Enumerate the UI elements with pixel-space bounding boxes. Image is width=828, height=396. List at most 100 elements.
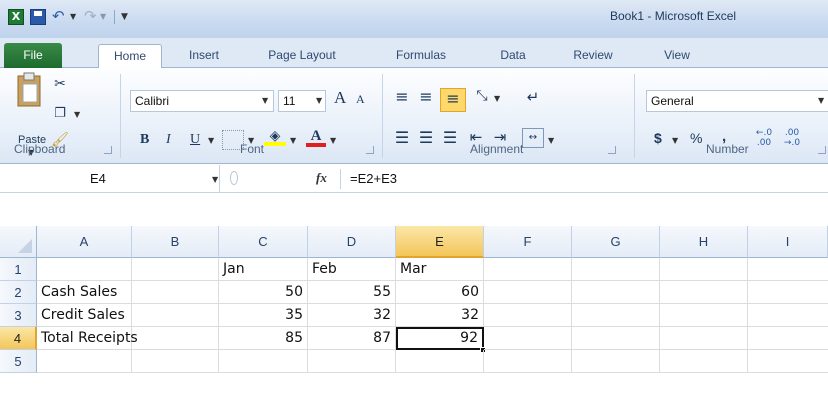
number-launcher-icon[interactable] [818,146,826,154]
excel-logo-icon[interactable]: X [8,9,24,25]
cell-B2[interactable] [132,281,219,304]
row-header-2[interactable]: 2 [0,281,37,304]
cell-C4[interactable]: 85 [219,327,308,350]
row-header-1[interactable]: 1 [0,258,37,281]
cell-A1[interactable] [37,258,132,281]
cell-C2[interactable]: 50 [219,281,308,304]
cell-C3[interactable]: 35 [219,304,308,327]
cell-A2[interactable]: Cash Sales [37,281,132,304]
cell-C1[interactable]: Jan [219,258,308,281]
number-group-label: Number [706,142,749,156]
align-top-icon[interactable]: ≡ [392,89,412,105]
increase-decimal-icon[interactable]: ←.0.00 [752,128,776,148]
fbar-resize-icon[interactable] [230,171,238,185]
column-header-G[interactable]: G [572,226,660,258]
font-launcher-icon[interactable] [366,146,374,154]
fill-color-icon[interactable]: ◈ [264,128,286,146]
number-format-dropdown-icon[interactable]: ▼ [818,96,824,105]
save-icon[interactable] [30,9,46,25]
formula-input[interactable]: =E2+E3 [350,165,397,192]
underline-button[interactable]: U [190,132,200,148]
merge-dropdown-icon[interactable]: ▼ [548,136,554,145]
cell-B1[interactable] [132,258,219,281]
underline-dropdown-icon[interactable]: ▼ [208,136,214,145]
wrap-text-icon[interactable]: ↵ [522,88,544,106]
percent-button[interactable]: % [690,130,702,146]
tab-file[interactable]: File [4,43,62,68]
grow-font-icon[interactable]: A [334,88,346,108]
column-header-A[interactable]: A [37,226,132,258]
tab-data[interactable]: Data [488,44,538,68]
cell-E2[interactable]: 60 [396,281,484,304]
row-header-5[interactable]: 5 [0,350,37,373]
cell-D1[interactable]: Feb [308,258,396,281]
copy-dropdown-icon[interactable]: ▼ [74,110,80,119]
tab-page-layout[interactable]: Page Layout [254,44,350,68]
row-header-4[interactable]: 4 [0,327,37,350]
cell-E4-active[interactable]: 92 [396,327,484,350]
cell-D5[interactable] [308,350,396,373]
insert-function-icon[interactable]: fx [316,170,327,186]
cell-B3[interactable] [132,304,219,327]
fill-color-dropdown-icon[interactable]: ▼ [290,136,296,145]
cell-C5[interactable] [219,350,308,373]
cell-D4[interactable]: 87 [308,327,396,350]
paste-icon[interactable] [14,72,46,112]
tab-formulas[interactable]: Formulas [380,44,462,68]
align-left-icon[interactable]: ☰ [392,128,412,147]
tab-review[interactable]: Review [562,44,624,68]
cell-A3[interactable]: Credit Sales [37,304,132,327]
font-color-dropdown-icon[interactable]: ▼ [330,136,336,145]
column-header-H[interactable]: H [660,226,748,258]
clipboard-launcher-icon[interactable] [104,146,112,154]
currency-dropdown-icon[interactable]: ▼ [672,136,678,145]
name-box-dropdown-icon[interactable]: ▼ [212,175,218,184]
select-all-corner[interactable] [0,226,37,258]
decrease-decimal-icon[interactable]: .00 →.0 [780,128,804,148]
column-header-B[interactable]: B [132,226,219,258]
empty-cells-area[interactable] [484,258,828,373]
name-box[interactable]: E4 [0,165,220,192]
font-color-icon[interactable]: A [306,128,326,147]
tab-home[interactable]: Home [98,44,162,69]
bold-button[interactable]: B [140,132,149,148]
customize-qat-icon[interactable]: ▼ [121,9,137,25]
row-header-3[interactable]: 3 [0,304,37,327]
redo-icon[interactable]: ↷ [84,9,100,25]
column-header-F[interactable]: F [484,226,572,258]
cell-A4[interactable]: Total Receipts [37,327,138,350]
align-center-icon[interactable]: ☰ [416,128,436,147]
font-name-combo[interactable]: Calibri [130,90,274,112]
merge-center-icon[interactable]: ↔ [522,128,544,148]
cell-D3[interactable]: 32 [308,304,396,327]
align-middle-icon[interactable]: ≡ [416,89,436,105]
column-header-E[interactable]: E [396,226,484,258]
tab-insert[interactable]: Insert [176,44,232,68]
cell-B5[interactable] [132,350,219,373]
column-header-I[interactable]: I [748,226,828,258]
italic-button[interactable]: I [166,132,171,148]
align-right-icon[interactable]: ☰ [440,128,460,147]
font-name-dropdown-icon[interactable]: ▼ [262,96,268,105]
number-format-combo[interactable]: General [646,90,828,112]
cell-B4[interactable] [132,327,219,350]
shrink-font-icon[interactable]: A [356,92,365,107]
cell-D2[interactable]: 55 [308,281,396,304]
font-size-dropdown-icon[interactable]: ▼ [316,96,322,105]
undo-icon[interactable]: ↶ [52,9,68,25]
cell-A5[interactable] [37,350,132,373]
cut-icon[interactable]: ✂ [50,76,70,92]
column-header-D[interactable]: D [308,226,396,258]
align-bottom-icon[interactable]: ≡ [440,88,466,112]
alignment-launcher-icon[interactable] [608,146,616,154]
column-header-C[interactable]: C [219,226,308,258]
orientation-icon[interactable]: ⤡ [470,88,494,104]
currency-button[interactable]: $ [654,130,662,146]
cell-E1[interactable]: Mar [396,258,484,281]
worksheet-grid[interactable]: A B C D E F G H I 1 2 3 4 5 Jan Feb Mar … [0,226,828,396]
orientation-dropdown-icon[interactable]: ▼ [494,94,500,103]
copy-icon[interactable]: ❐ [50,106,70,121]
cell-E3[interactable]: 32 [396,304,484,327]
tab-view[interactable]: View [654,44,700,68]
cell-E5[interactable] [396,350,484,373]
